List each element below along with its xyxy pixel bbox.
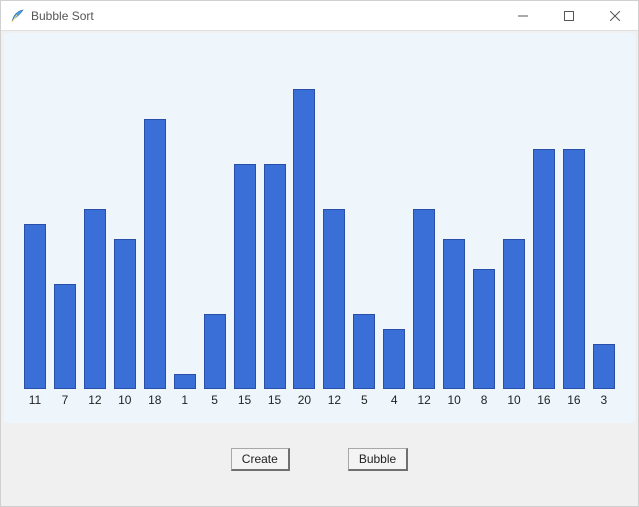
bar xyxy=(84,209,106,389)
bar xyxy=(114,239,136,389)
bar xyxy=(174,374,196,389)
bar xyxy=(293,89,315,389)
bar-label: 10 xyxy=(500,393,528,407)
window-title: Bubble Sort xyxy=(31,9,94,23)
bar xyxy=(593,344,615,389)
bar-container: 117121018151515201254121081016163 xyxy=(4,59,635,389)
bar-label: 20 xyxy=(290,393,318,407)
bar-item: 3 xyxy=(593,344,615,389)
bar xyxy=(323,209,345,389)
bar xyxy=(234,164,256,389)
bar xyxy=(54,284,76,389)
bar-item: 16 xyxy=(533,149,555,389)
bar xyxy=(24,224,46,389)
bar-item: 18 xyxy=(144,119,166,389)
window-titlebar: Bubble Sort xyxy=(1,1,638,31)
bar-label: 16 xyxy=(530,393,558,407)
bar xyxy=(533,149,555,389)
bar-item: 16 xyxy=(563,149,585,389)
bar-item: 12 xyxy=(323,209,345,389)
bar-label: 15 xyxy=(231,393,259,407)
bar-item: 15 xyxy=(234,164,256,389)
bar-item: 7 xyxy=(54,284,76,389)
create-button[interactable]: Create xyxy=(231,448,290,471)
bar-item: 15 xyxy=(264,164,286,389)
bar xyxy=(353,314,375,389)
bar-item: 1 xyxy=(174,374,196,389)
bar-item: 11 xyxy=(24,224,46,389)
bar xyxy=(264,164,286,389)
bar xyxy=(413,209,435,389)
bar xyxy=(503,239,525,389)
bar-label: 10 xyxy=(440,393,468,407)
minimize-button[interactable] xyxy=(500,1,546,31)
button-row: Create Bubble xyxy=(0,448,639,471)
bar-label: 11 xyxy=(21,393,49,407)
bar xyxy=(144,119,166,389)
bar-item: 5 xyxy=(353,314,375,389)
bar-label: 10 xyxy=(111,393,139,407)
bar-label: 12 xyxy=(410,393,438,407)
bar xyxy=(383,329,405,389)
bar-item: 20 xyxy=(293,89,315,389)
bar-label: 12 xyxy=(320,393,348,407)
chart-canvas: 117121018151515201254121081016163 xyxy=(4,33,635,423)
bar-label: 16 xyxy=(560,393,588,407)
bar xyxy=(443,239,465,389)
bar-label: 8 xyxy=(470,393,498,407)
bar-label: 5 xyxy=(201,393,229,407)
bubble-button[interactable]: Bubble xyxy=(348,448,408,471)
close-button[interactable] xyxy=(592,1,638,31)
feather-icon xyxy=(9,8,25,24)
bar-item: 8 xyxy=(473,269,495,389)
bar-item: 4 xyxy=(383,329,405,389)
bar-item: 5 xyxy=(204,314,226,389)
bar-item: 12 xyxy=(84,209,106,389)
bar xyxy=(473,269,495,389)
bar-label: 7 xyxy=(51,393,79,407)
bar-label: 3 xyxy=(590,393,618,407)
bar-item: 10 xyxy=(114,239,136,389)
maximize-button[interactable] xyxy=(546,1,592,31)
bar xyxy=(563,149,585,389)
bar xyxy=(204,314,226,389)
bar-label: 15 xyxy=(261,393,289,407)
bar-item: 10 xyxy=(503,239,525,389)
bar-label: 4 xyxy=(380,393,408,407)
bar-label: 1 xyxy=(171,393,199,407)
bar-label: 18 xyxy=(141,393,169,407)
bar-label: 12 xyxy=(81,393,109,407)
bar-item: 12 xyxy=(413,209,435,389)
bar-label: 5 xyxy=(350,393,378,407)
bar-item: 10 xyxy=(443,239,465,389)
